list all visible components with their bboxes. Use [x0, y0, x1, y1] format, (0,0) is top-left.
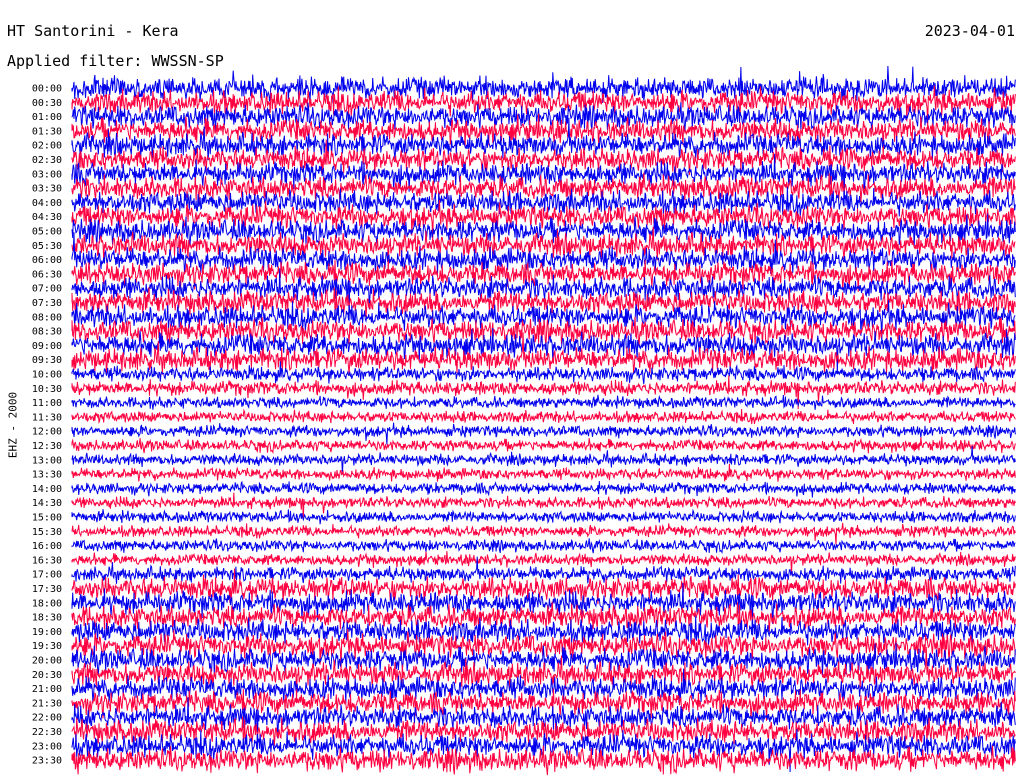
time-tick-label: 03:00 — [32, 169, 62, 180]
time-tick-label: 06:30 — [32, 269, 62, 280]
time-tick-label: 10:30 — [32, 384, 62, 395]
trace-0930 — [71, 332, 1016, 375]
time-tick-label: 07:30 — [32, 298, 62, 309]
time-tick-label: 22:30 — [32, 727, 62, 738]
trace-1230 — [71, 436, 1016, 455]
time-tick-label: 19:30 — [32, 641, 62, 652]
time-tick-label: 12:00 — [32, 427, 62, 438]
time-tick-label: 09:00 — [32, 341, 62, 352]
time-tick-label: 16:00 — [32, 541, 62, 552]
time-tick-label: 13:00 — [32, 455, 62, 466]
trace-1400 — [71, 480, 1016, 498]
time-tick-label: 09:30 — [32, 355, 62, 366]
time-tick-label: 22:00 — [32, 713, 62, 724]
time-tick-label: 18:30 — [32, 613, 62, 624]
time-tick-label: 10:00 — [32, 370, 62, 381]
trace-1500 — [71, 508, 1016, 525]
helicorder-chart: 00:00 00:30 01:00 01:30 02:00 02:30 03:00 03:30… — [32, 65, 1016, 776]
time-tick-label: 15:30 — [32, 527, 62, 538]
time-tick-label: 21:30 — [32, 698, 62, 709]
time-tick-label: 15:00 — [32, 513, 62, 524]
trace-1300 — [71, 445, 1016, 475]
time-tick-label: 11:30 — [32, 412, 62, 423]
time-tick-label: 23:00 — [32, 741, 62, 752]
time-tick-label: 11:00 — [32, 398, 62, 409]
time-tick-label: 01:30 — [32, 126, 62, 137]
data-gap-marker — [703, 304, 708, 319]
time-tick-label: 18:00 — [32, 598, 62, 609]
time-tick-label: 17:30 — [32, 584, 62, 595]
time-tick-label: 08:30 — [32, 327, 62, 338]
time-tick-label: 00:30 — [32, 98, 62, 109]
trace-1600 — [71, 537, 1016, 555]
time-tick-layer: 00:00 00:30 01:00 01:30 02:00 02:30 03:00 03:30… — [32, 84, 62, 767]
trace-1330 — [71, 463, 1016, 482]
time-tick-label: 16:30 — [32, 555, 62, 566]
time-tick-label: 02:30 — [32, 155, 62, 166]
time-tick-label: 07:00 — [32, 284, 62, 295]
time-tick-label: 23:30 — [32, 756, 62, 767]
time-tick-label: 17:00 — [32, 570, 62, 581]
time-tick-label: 08:00 — [32, 312, 62, 323]
time-tick-label: 19:00 — [32, 627, 62, 638]
time-tick-label: 14:30 — [32, 498, 62, 509]
time-tick-label: 12:30 — [32, 441, 62, 452]
time-tick-label: 00:00 — [32, 84, 62, 95]
time-tick-label: 13:30 — [32, 470, 62, 481]
time-tick-label: 02:00 — [32, 141, 62, 152]
time-tick-label: 04:30 — [32, 212, 62, 223]
time-tick-label: 01:00 — [32, 112, 62, 123]
trace-1200 — [71, 422, 1016, 445]
time-tick-label: 05:00 — [32, 227, 62, 238]
trace-1130 — [71, 408, 1016, 425]
time-tick-label: 04:00 — [32, 198, 62, 209]
time-tick-label: 21:00 — [32, 684, 62, 695]
time-tick-label: 20:30 — [32, 670, 62, 681]
trace-layer — [71, 65, 1016, 776]
time-tick-label: 06:00 — [32, 255, 62, 266]
time-tick-label: 03:30 — [32, 184, 62, 195]
time-tick-label: 20:00 — [32, 656, 62, 667]
time-tick-label: 05:30 — [32, 241, 62, 252]
trace-1100 — [71, 394, 1016, 410]
time-tick-label: 14:00 — [32, 484, 62, 495]
